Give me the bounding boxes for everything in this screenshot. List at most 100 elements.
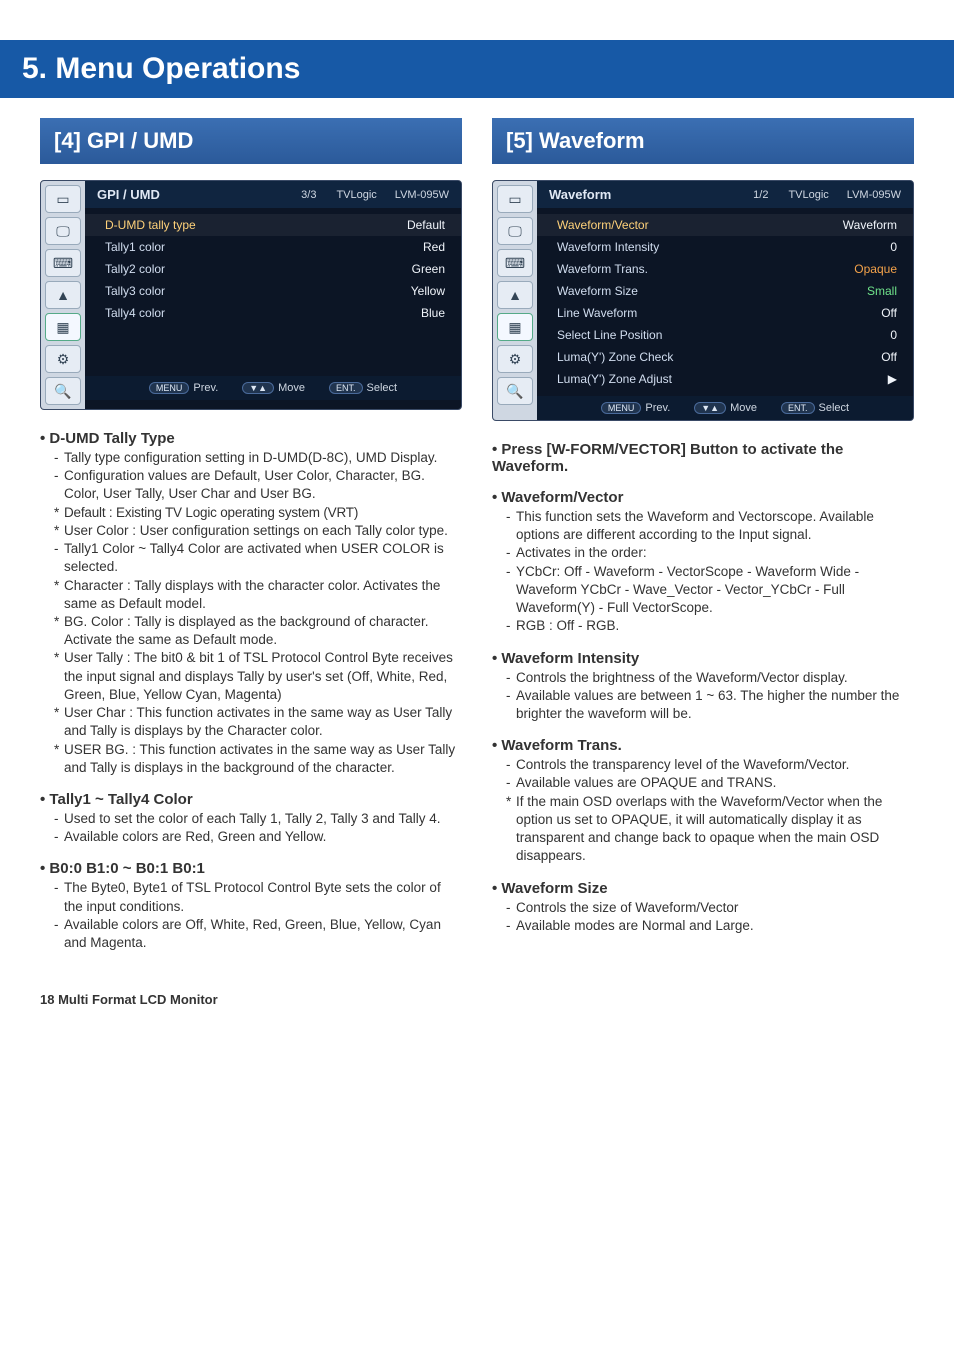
osd-rows-left: D-UMD tally typeDefault Tally1 color Red Ta…: [85, 208, 461, 376]
osd-tab-icon: ▲: [45, 281, 81, 309]
bullet-line: *If the main OSD overlaps with the Wavef…: [506, 793, 914, 866]
osd-title: GPI / UMD: [97, 187, 160, 202]
bullet-line: -Available values are OPAQUE and TRANS.: [506, 774, 914, 792]
osd-row-label: Waveform/Vector: [557, 218, 649, 232]
osd-row-label: Select Line Position: [557, 328, 662, 342]
bullet-line: -Available values are between 1 ~ 63. Th…: [506, 687, 914, 723]
osd-model: LVM-095W: [847, 189, 901, 201]
bullet-item-title: D-UMD Tally Type: [40, 430, 462, 447]
osd-tab-icon: ⚙: [497, 345, 533, 373]
bullet-item: Waveform/Vector-This function sets the W…: [492, 489, 914, 636]
bullet-item-title: B0:0 B1:0 ~ B0:1 B0:1: [40, 860, 462, 877]
bullet-item: Waveform Intensity -Controls the brightne…: [492, 650, 914, 724]
left-column: [4] GPI / UMD ▭ 🖵 ⌨ ▲ ▦ ⚙ 🔍 GPI / UMD 3/…: [40, 118, 462, 966]
line-marker: -: [506, 917, 511, 935]
osd-tab-icon: ▦: [497, 313, 533, 341]
osd-header-left: GPI / UMD 3/3 TVLogic LVM-095W: [85, 181, 461, 208]
osd-row-label: Waveform Intensity: [557, 240, 659, 254]
bullet-item: Press [W-FORM/VECTOR] Button to activate…: [492, 441, 914, 475]
bullet-item-title: Waveform Intensity: [492, 650, 914, 667]
line-marker: -: [54, 540, 59, 558]
osd-tab-icon: ▲: [497, 281, 533, 309]
line-marker: *: [54, 704, 59, 722]
line-marker: -: [506, 687, 511, 705]
bullet-line: -YCbCr: Off - Waveform - VectorScope - W…: [506, 563, 914, 618]
line-marker: -: [506, 563, 511, 581]
line-marker: -: [506, 617, 511, 635]
osd-row-label: Tally1 color: [105, 240, 165, 254]
bullet-line: -Used to set the color of each Tally 1, …: [54, 810, 462, 828]
bullet-line: -RGB : Off - RGB.: [506, 617, 914, 635]
bullet-item-lines: -Controls the brightness of the Waveform…: [492, 669, 914, 724]
osd-row-value: Green: [412, 262, 445, 276]
osd-footer-select: ENT.Select: [781, 402, 849, 414]
osd-footer-left: MENUPrev. ▼▲Move ENT.Select: [85, 376, 461, 400]
osd-tab-icon: 🖵: [497, 217, 533, 245]
line-marker: *: [54, 577, 59, 595]
bullet-line: -Tally1 Color ~ Tally4 Color are activat…: [54, 540, 462, 576]
line-marker: -: [506, 669, 511, 687]
bullet-item-lines: -Controls the size of Waveform/Vector-Av…: [492, 899, 914, 935]
bullet-line: -Available colors are Off, White, Red, G…: [54, 916, 462, 952]
bullet-line: -Configuration values are Default, User …: [54, 467, 462, 503]
osd-row: Select Line Position0: [537, 324, 913, 346]
osd-row: Waveform Trans. Opaque: [537, 258, 913, 280]
bullet-line: -Controls the transparency level of the …: [506, 756, 914, 774]
osd-row: Tally3 colorYellow: [85, 280, 461, 302]
line-marker: -: [506, 774, 511, 792]
osd-row-value: Blue: [421, 306, 445, 320]
osd-row: Waveform/VectorWaveform: [537, 214, 913, 236]
left-items: D-UMD Tally Type -Tally type configuratio…: [40, 430, 462, 952]
line-marker: *: [54, 649, 59, 667]
osd-sidebar-left: ▭ 🖵 ⌨ ▲ ▦ ⚙ 🔍: [41, 181, 85, 409]
osd-row-label: Waveform Trans.: [557, 262, 648, 276]
osd-tab-icon: 🔍: [497, 377, 533, 405]
bullet-item-title: Waveform Trans.: [492, 737, 914, 754]
line-marker: *: [54, 504, 59, 522]
bullet-line: -Activates in the order:: [506, 544, 914, 562]
osd-rows-right: Waveform/VectorWaveformWaveform Intensit…: [537, 208, 913, 396]
osd-footer-select: ENT.Select: [329, 382, 397, 394]
osd-row: Luma(Y') Zone CheckOff: [537, 346, 913, 368]
osd-tab-icon: ⌨: [497, 249, 533, 277]
osd-row-value: Red: [423, 240, 445, 254]
chapter-header: 5. Menu Operations: [0, 40, 954, 98]
line-marker: *: [54, 741, 59, 759]
osd-row: Tally4 color Blue: [85, 302, 461, 324]
osd-row-value: Opaque: [854, 262, 897, 276]
bullet-line: *Default : Existing TV Logic operating s…: [54, 504, 462, 522]
osd-brand: TVLogic: [788, 189, 828, 201]
right-items: Press [W-FORM/VECTOR] Button to activate…: [492, 441, 914, 935]
bullet-line: -The Byte0, Byte1 of TSL Protocol Contro…: [54, 879, 462, 915]
bullet-item-title: Press [W-FORM/VECTOR] Button to activate…: [492, 441, 914, 475]
osd-row: Waveform Intensity0: [537, 236, 913, 258]
line-marker: -: [54, 810, 59, 828]
content-columns: [4] GPI / UMD ▭ 🖵 ⌨ ▲ ▦ ⚙ 🔍 GPI / UMD 3/…: [0, 98, 954, 992]
bullet-item-lines: -This function sets the Waveform and Vec…: [492, 508, 914, 636]
line-marker: -: [506, 544, 511, 562]
bullet-item-lines: -Used to set the color of each Tally 1, …: [40, 810, 462, 846]
osd-row-value: Off: [881, 306, 897, 320]
osd-row: D-UMD tally typeDefault: [85, 214, 461, 236]
osd-row-label: Tally2 color: [105, 262, 165, 276]
line-marker: -: [506, 756, 511, 774]
bullet-item-lines: -Tally type configuration setting in D-U…: [40, 449, 462, 777]
osd-row-label: Tally4 color: [105, 306, 165, 320]
osd-tab-icon: ▭: [497, 185, 533, 213]
bullet-line: *User Char : This function activates in …: [54, 704, 462, 740]
line-marker: -: [54, 828, 59, 846]
bullet-item: D-UMD Tally Type -Tally type configuratio…: [40, 430, 462, 777]
osd-panel-gpi: ▭ 🖵 ⌨ ▲ ▦ ⚙ 🔍 GPI / UMD 3/3 TVLogic LVM-…: [40, 180, 462, 410]
osd-row: Luma(Y') Zone Adjust▶: [537, 368, 913, 390]
bullet-item-title: Tally1 ~ Tally4 Color: [40, 791, 462, 808]
osd-model: LVM-095W: [395, 189, 449, 201]
osd-brand: TVLogic: [336, 189, 376, 201]
line-marker: -: [54, 879, 59, 897]
bullet-item: B0:0 B1:0 ~ B0:1 B0:1 -The Byte0, Byte1 o…: [40, 860, 462, 952]
bullet-line: -Tally type configuration setting in D-U…: [54, 449, 462, 467]
bullet-item: Waveform Trans. -Controls the transparenc…: [492, 737, 914, 865]
osd-main-left: GPI / UMD 3/3 TVLogic LVM-095W D-UMD tal…: [85, 181, 461, 409]
osd-row-value: Yellow: [411, 284, 445, 298]
osd-row: Line WaveformOff: [537, 302, 913, 324]
osd-footer-move: ▼▲Move: [694, 402, 757, 414]
